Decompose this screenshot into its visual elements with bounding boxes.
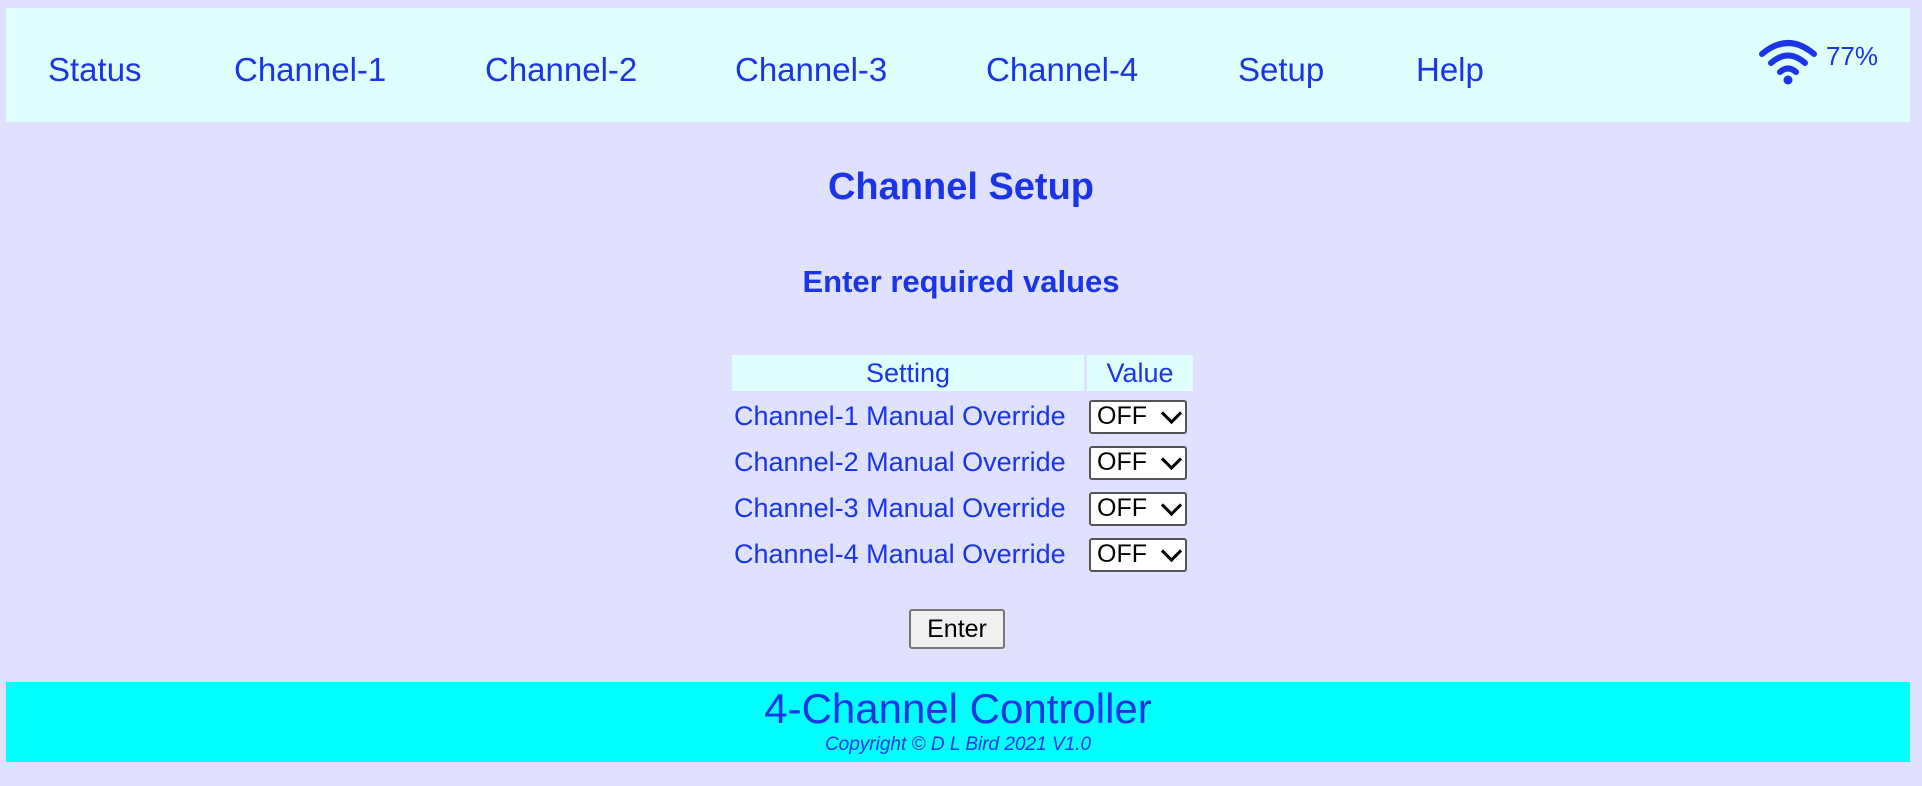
column-header-value: Value xyxy=(1087,355,1193,391)
channel-4-override-select[interactable]: OFF xyxy=(1089,537,1187,572)
table-row: Channel-2 Manual Override OFF xyxy=(732,442,1193,483)
select-value: OFF xyxy=(1097,494,1147,522)
nav-channel-3-link[interactable]: Channel-3 xyxy=(735,50,887,90)
setting-label: Channel-3 Manual Override xyxy=(734,493,1066,523)
nav-help-link[interactable]: Help xyxy=(1416,50,1484,90)
channel-2-override-select[interactable]: OFF xyxy=(1089,445,1187,480)
chevron-down-icon xyxy=(1160,494,1183,516)
channel-1-override-select[interactable]: OFF xyxy=(1089,399,1187,434)
settings-table: Setting Value Channel-1 Manual Override … xyxy=(729,350,1196,580)
enter-button[interactable]: Enter xyxy=(909,609,1005,649)
page-title: Channel Setup xyxy=(827,166,1095,208)
wifi-signal-percent: 77% xyxy=(1825,41,1878,71)
setting-label: Channel-1 Manual Override xyxy=(734,401,1066,431)
table-row: Channel-4 Manual Override OFF xyxy=(732,534,1193,575)
table-row: Channel-3 Manual Override OFF xyxy=(732,488,1193,529)
nav-status-link[interactable]: Status xyxy=(48,50,142,90)
chevron-down-icon xyxy=(1160,540,1183,562)
page-subtitle: Enter required values xyxy=(802,264,1120,299)
wifi-status: 77% xyxy=(1758,36,1878,86)
nav-channel-4-link[interactable]: Channel-4 xyxy=(986,50,1138,90)
table-row: Channel-1 Manual Override OFF xyxy=(732,396,1193,437)
nav-channel-2-link[interactable]: Channel-2 xyxy=(485,50,637,90)
select-value: OFF xyxy=(1097,540,1147,568)
column-header-setting: Setting xyxy=(732,355,1084,391)
top-nav-bar: Status Channel-1 Channel-2 Channel-3 Cha… xyxy=(6,8,1910,122)
nav-channel-1-link[interactable]: Channel-1 xyxy=(234,50,386,90)
select-value: OFF xyxy=(1097,402,1147,430)
footer-title: 4-Channel Controller xyxy=(764,685,1152,732)
setting-label: Channel-2 Manual Override xyxy=(734,447,1066,477)
chevron-down-icon xyxy=(1160,448,1183,470)
wifi-icon xyxy=(1758,36,1818,86)
footer: 4-Channel Controller Copyright © D L Bir… xyxy=(6,682,1910,762)
nav-setup-link[interactable]: Setup xyxy=(1238,50,1324,90)
select-value: OFF xyxy=(1097,448,1147,476)
table-header-row: Setting Value xyxy=(732,355,1193,391)
chevron-down-icon xyxy=(1160,402,1183,424)
channel-3-override-select[interactable]: OFF xyxy=(1089,491,1187,526)
footer-copyright: Copyright © D L Bird 2021 V1.0 xyxy=(824,734,1092,755)
setting-label: Channel-4 Manual Override xyxy=(734,539,1066,569)
